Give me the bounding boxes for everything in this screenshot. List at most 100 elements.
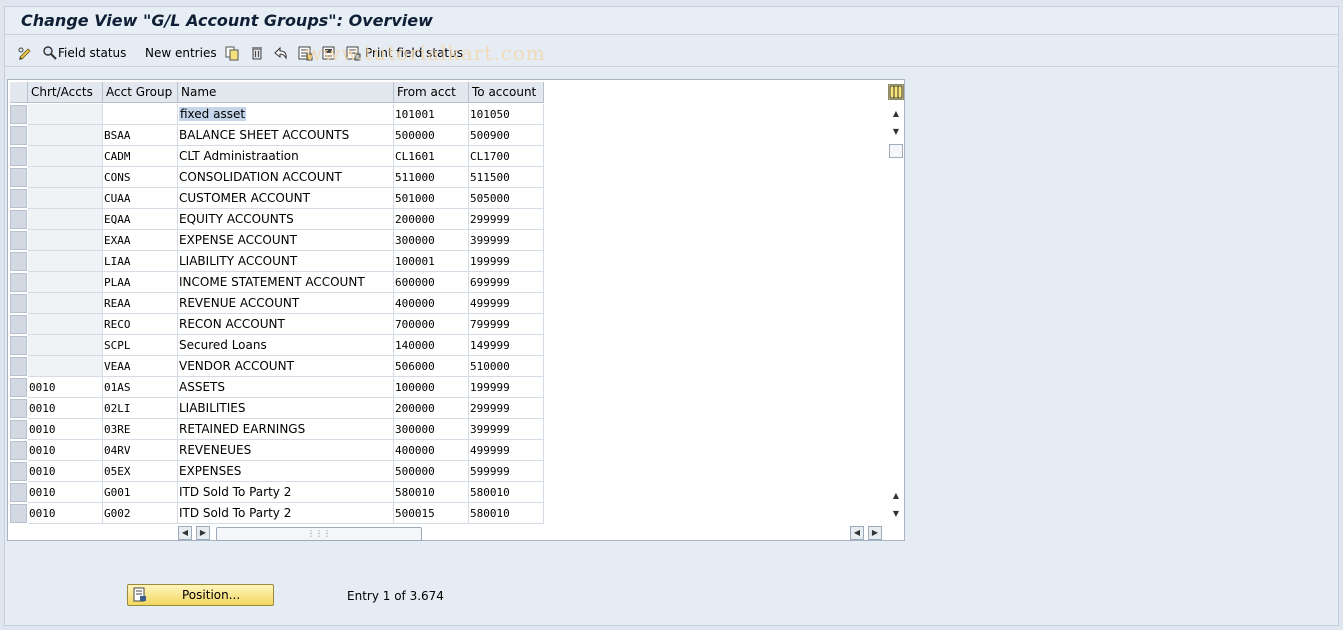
row-selector[interactable] (10, 336, 27, 355)
table-row[interactable]: BSAA BALANCE SHEET ACCOUNTS 500000 500900 (8, 125, 544, 146)
row-selector[interactable] (10, 273, 27, 292)
table-row[interactable]: 0010 05EX EXPENSES 500000 599999 (8, 461, 544, 482)
cell-to-account-text: 399999 (470, 234, 510, 247)
table-row[interactable]: EQAA EQUITY ACCOUNTS 200000 299999 (8, 209, 544, 230)
horizontal-scrollbar[interactable]: ◀ ▶ ⋮⋮⋮ ◀ ▶ (178, 526, 884, 542)
cell-acct-group-text: 05EX (104, 465, 131, 478)
cell-acct-group: EXAA (103, 230, 178, 251)
cell-acct-group: RECO (103, 314, 178, 335)
cell-name: EQUITY ACCOUNTS (178, 209, 394, 230)
cell-acct-group: 04RV (103, 440, 178, 461)
table-row[interactable]: fixed asset 101001 101050 (8, 104, 544, 125)
cell-to-account-text: 505000 (470, 192, 510, 205)
row-selector[interactable] (10, 420, 27, 439)
cell-chart (28, 314, 103, 335)
cell-name: Secured Loans (178, 335, 394, 356)
table-row[interactable]: 0010 03RE RETAINED EARNINGS 300000 399999 (8, 419, 544, 440)
table-row[interactable]: 0010 G002 ITD Sold To Party 2 500015 580010 (8, 503, 544, 524)
cell-chart-text: 0010 (29, 381, 56, 394)
display-change-button[interactable] (17, 44, 33, 62)
scroll-thumb[interactable] (889, 144, 903, 158)
table-row[interactable]: 0010 04RV REVENEUES 400000 499999 (8, 440, 544, 461)
row-selector[interactable] (10, 210, 27, 229)
table-row[interactable]: EXAA EXPENSE ACCOUNT 300000 399999 (8, 230, 544, 251)
vertical-scrollbar[interactable]: ▲ ▼ ▲ ▼ (887, 84, 905, 520)
cell-from-acct-text: 700000 (395, 318, 435, 331)
select-all-header[interactable] (10, 82, 28, 103)
row-selector[interactable] (10, 504, 27, 523)
header-chart[interactable]: Chrt/Accts (28, 82, 103, 103)
cell-from-acct: 300000 (394, 230, 469, 251)
row-selector[interactable] (10, 231, 27, 250)
scroll-down-bottom-icon[interactable]: ▼ (889, 508, 903, 522)
column-config-icon[interactable] (888, 84, 904, 100)
table-row[interactable]: CADM CLT Administraation CL1601 CL1700 (8, 146, 544, 167)
cell-to-account: 799999 (469, 314, 544, 335)
scroll-left-icon[interactable]: ◀ (178, 526, 192, 540)
table-row[interactable]: REAA REVENUE ACCOUNT 400000 499999 (8, 293, 544, 314)
new-entries-button[interactable]: New entries (145, 44, 217, 62)
row-selector[interactable] (10, 315, 27, 334)
cell-from-acct-text: 100001 (395, 255, 435, 268)
cell-to-account: 149999 (469, 335, 544, 356)
horizontal-scroll-thumb[interactable]: ⋮⋮⋮ (216, 527, 422, 541)
row-selector[interactable] (10, 441, 27, 460)
table-row[interactable]: 0010 02LI LIABILITIES 200000 299999 (8, 398, 544, 419)
cell-name: LIABILITIES (178, 398, 394, 419)
scroll-right-end-icon[interactable]: ▶ (868, 526, 882, 540)
cell-name-text: CUSTOMER ACCOUNT (179, 191, 310, 205)
delete-button[interactable] (249, 44, 265, 62)
header-acct-group[interactable]: Acct Group (103, 82, 178, 103)
copy-as-button[interactable] (224, 44, 240, 62)
cell-chart: 0010 (28, 503, 103, 524)
cell-name-text: ASSETS (179, 380, 225, 394)
row-selector[interactable] (10, 147, 27, 166)
cell-chart (28, 272, 103, 293)
table-row[interactable]: RECO RECON ACCOUNT 700000 799999 (8, 314, 544, 335)
position-button[interactable]: Position... (127, 584, 274, 606)
scroll-up-top-icon[interactable]: ▲ (889, 108, 903, 122)
table-row[interactable]: 0010 G001 ITD Sold To Party 2 580010 580010 (8, 482, 544, 503)
cell-to-account-text: 699999 (470, 276, 510, 289)
table-row[interactable]: 0010 01AS ASSETS 100000 199999 (8, 377, 544, 398)
cell-from-acct-text: 400000 (395, 444, 435, 457)
cell-from-acct: 500000 (394, 125, 469, 146)
header-from-acct[interactable]: From acct (394, 82, 469, 103)
row-selector[interactable] (10, 189, 27, 208)
row-selector[interactable] (10, 168, 27, 187)
cell-from-acct: 200000 (394, 398, 469, 419)
magnifier-icon (42, 45, 58, 61)
cell-from-acct: 101001 (394, 104, 469, 125)
table-content: Chrt/Accts Acct Group Name From acct To … (8, 80, 888, 524)
row-selector[interactable] (10, 126, 27, 145)
main-window: Change View "G/L Account Groups": Overvi… (4, 6, 1339, 626)
cell-acct-group-text: CADM (104, 150, 131, 163)
cell-acct-group-text: BSAA (104, 129, 131, 142)
table-row[interactable]: LIAA LIABILITY ACCOUNT 100001 199999 (8, 251, 544, 272)
cell-chart-text: 0010 (29, 507, 56, 520)
scroll-down-top-icon[interactable]: ▼ (889, 126, 903, 140)
field-status-button[interactable]: Field status (42, 44, 126, 62)
row-selector[interactable] (10, 357, 27, 376)
scroll-left-end-icon[interactable]: ◀ (850, 526, 864, 540)
row-selector[interactable] (10, 252, 27, 271)
table-row[interactable]: VEAA VENDOR ACCOUNT 506000 510000 (8, 356, 544, 377)
table-row[interactable]: CONS CONSOLIDATION ACCOUNT 511000 511500 (8, 167, 544, 188)
header-name[interactable]: Name (178, 82, 394, 103)
row-selector[interactable] (10, 294, 27, 313)
cell-acct-group: CONS (103, 167, 178, 188)
table-row[interactable]: PLAA INCOME STATEMENT ACCOUNT 600000 699999 (8, 272, 544, 293)
scroll-right-icon[interactable]: ▶ (196, 526, 210, 540)
table-row[interactable]: SCPL Secured Loans 140000 149999 (8, 335, 544, 356)
scroll-up-bottom-icon[interactable]: ▲ (889, 490, 903, 504)
cell-from-acct: 600000 (394, 272, 469, 293)
undo-change-button[interactable] (273, 44, 289, 62)
row-selector[interactable] (10, 105, 27, 124)
cell-to-account: 299999 (469, 398, 544, 419)
header-to-account[interactable]: To account (469, 82, 544, 103)
row-selector[interactable] (10, 462, 27, 481)
table-row[interactable]: CUAA CUSTOMER ACCOUNT 501000 505000 (8, 188, 544, 209)
row-selector[interactable] (10, 399, 27, 418)
row-selector[interactable] (10, 378, 27, 397)
row-selector[interactable] (10, 483, 27, 502)
